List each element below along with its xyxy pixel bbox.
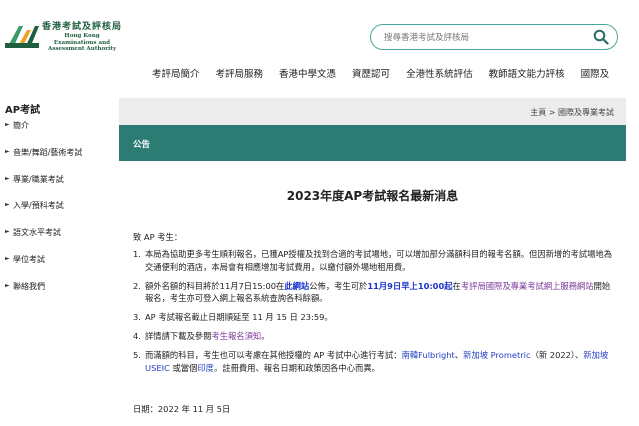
item-number: 4. [133,331,141,341]
item-text: （新 2022）、 [530,350,584,360]
hkeaa-logo-icon [5,26,39,48]
sidebar-item-label: 學位考試 [13,254,45,264]
korea-fulbright-link[interactable]: 南韓Fulbright [402,350,455,360]
search-input[interactable]: 搜尋香港考試及評核局 [384,31,469,43]
item-number: 1. [133,249,141,259]
search-icon[interactable] [593,29,609,45]
sidebar-item-music-dance-art[interactable]: ► 音樂/舞蹈/藝術考試 [5,147,82,174]
section-band: 公告 [119,125,626,161]
item-text: 本局為協助更多考生順利報名，已獲AP授權及找到合適的考試場地，可以增加部分滿額科… [145,249,613,272]
sidebar-item-admission[interactable]: ► 入學/預科考試 [5,200,82,227]
registration-date-highlight: 11月9日早上10:00起 [367,280,453,291]
page-title: 2023年度AP考試報名最新消息 [286,189,459,203]
chevron-right-icon: ► [5,174,10,182]
item-text: 、 [454,350,464,360]
sidebar-item-professional[interactable]: ► 專業/職業考試 [5,174,82,201]
breadcrumb-bar: 主頁 > 國際及專業考試 [119,98,626,125]
chevron-right-icon: ► [5,201,10,209]
item-text: 而滿額的科目，考生也可以考慮在其他授權的 AP 考試中心進行考試： [145,350,402,360]
sidebar-item-label: 語文水平考試 [13,228,61,238]
online-service-link[interactable]: 考評局國際及專業考試網上服務網站 [461,281,594,291]
candidate-notes-link[interactable]: 考生報名須知 [211,331,261,341]
breadcrumb[interactable]: 主頁 > 國際及專業考試 [530,107,614,118]
item-number: 2. [133,280,141,291]
sidebar-title: AP考試 [5,105,41,116]
logo-chinese-name: 香港考試及評核局 [42,22,123,32]
nav-item-lpat[interactable]: 教師語文能力評核 [489,66,565,82]
item-number: 5. [133,350,141,360]
chevron-right-icon: ► [5,281,10,289]
section-label: 公告 [133,140,151,150]
india-link[interactable]: 印度 [197,363,214,373]
sidebar-item-label: 音樂/舞蹈/藝術考試 [13,147,83,157]
item-text: 公佈，考生可於 [309,280,368,291]
item-text: 。註冊費用、報名日期和政策因各中心而異。 [213,362,380,373]
chevron-right-icon: ► [5,254,10,262]
item-number: 3. [133,312,141,322]
greeting: 致 AP 考生： [133,232,183,242]
top-navigation: 考評局簡介 考評局服務 香港中學文憑 資歷認可 全港性系統評估 教師語文能力評核… [152,66,609,82]
nav-item-about[interactable]: 考評局簡介 [152,66,200,82]
list-item: 5. 而滿額的科目，考生也可以考慮在其他授權的 AP 考試中心進行考試：南韓Fu… [133,349,618,374]
hkeaa-logo[interactable]: 香港考試及評核局 Hong Kong Examinations and Asse… [5,22,123,54]
list-item: 2. 額外名額的科目將於11月7日15:00在此網站公佈，考生可於11月9日早上… [133,280,618,305]
sidebar-item-label: 專業/職業考試 [13,174,64,184]
sidebar-item-label: 入學/預科考試 [13,201,64,211]
item-text: 在 [452,280,461,291]
search-box[interactable]: 搜尋香港考試及評核局 [370,24,618,50]
list-item: 4. 詳情請下載及參閱考生報名須知。 [133,330,618,343]
item-text: 或當個 [169,362,198,373]
nav-item-international[interactable]: 國際及 [581,66,610,82]
nav-item-tsa[interactable]: 全港性系統評估 [406,66,473,82]
chevron-right-icon: ► [5,121,10,128]
item-text: 額外名額的科目將於11月7日15:00在 [145,280,285,291]
chevron-right-icon: ► [5,228,10,236]
sidebar-item-language[interactable]: ► 語文水平考試 [5,227,82,254]
sidebar-item-degree[interactable]: ► 學位考試 [5,254,82,281]
item-text: AP 考試報名截止日期順延至 11 月 15 日 23:59。 [145,312,333,322]
list-item: 1. 本局為協助更多考生順利報名，已獲AP授權及找到合適的考試場地，可以增加部分… [133,248,618,273]
this-website-link[interactable]: 此網站 [284,281,309,291]
sidebar-menu: ► 簡介 ► 音樂/舞蹈/藝術考試 ► 專業/職業考試 ► 入學/預科考試 ► 語文水平考… [5,120,82,308]
logo-english-line-2: Examinations and [53,39,111,46]
notice-list: 1. 本局為協助更多考生順利報名，已獲AP授權及找到合適的考試場地，可以增加部分… [133,248,618,381]
nav-item-recognition[interactable]: 資歷認可 [352,66,390,82]
sidebar-item-contact[interactable]: ► 聯絡我們 [5,281,82,308]
nav-item-hkdse[interactable]: 香港中學文憑 [279,66,336,82]
nav-item-services[interactable]: 考評局服務 [216,66,264,82]
logo-english-line-1: Hong Kong [64,33,100,39]
chevron-right-icon: ► [5,147,10,155]
logo-english-line-3: Assessment Authority [47,46,117,53]
singapore-prometric-link[interactable]: 新加坡 Prometric [463,350,530,360]
sidebar-item-label: 簡介 [13,121,29,130]
publish-date: 日期：2022 年 11 月 5日 [133,404,231,414]
item-text: 。 [261,331,270,341]
item-text: 詳情請下載及參閱 [145,331,212,341]
sidebar-item-intro[interactable]: ► 簡介 [5,120,82,147]
list-item: 3. AP 考試報名截止日期順延至 11 月 15 日 23:59。 [133,311,618,324]
sidebar-item-label: 聯絡我們 [13,281,45,291]
